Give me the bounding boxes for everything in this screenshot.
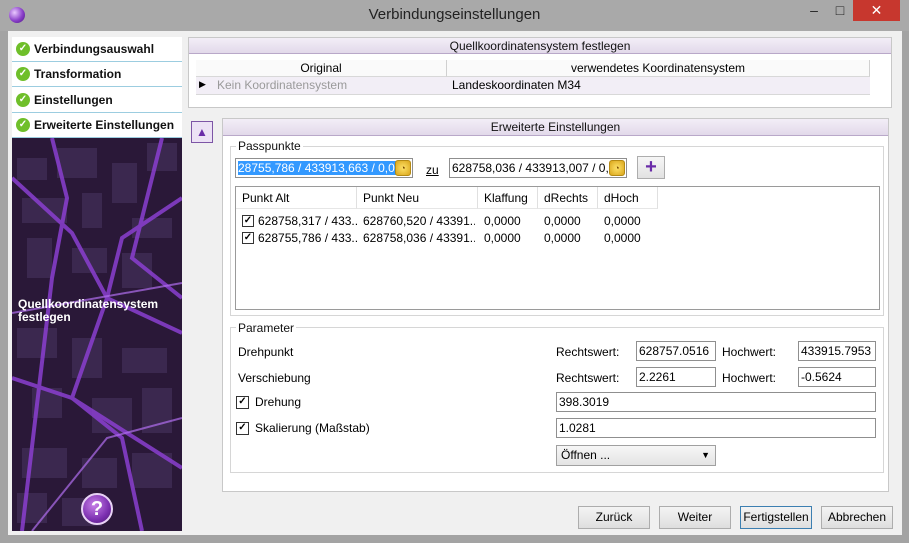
open-select[interactable]: Öffnen ... ▼ — [556, 445, 716, 466]
from-point-input[interactable]: 28755,786 / 433913,663 / 0,000 — [235, 158, 413, 178]
skalierung-checkbox[interactable]: ✓ — [236, 422, 249, 435]
column-klaffung[interactable]: Klaffung — [478, 187, 538, 209]
table-row[interactable]: ✓ 628758,317 / 433... 628760,520 / 43391… — [236, 213, 879, 229]
cell-dhoch: 0,0000 — [604, 214, 641, 228]
step-label: Einstellungen — [34, 93, 113, 107]
verschiebung-hochwert-input[interactable]: -0.5624 — [798, 367, 876, 387]
cell-klaffung: 0,0000 — [484, 231, 521, 245]
window-title: Verbindungseinstellungen — [368, 6, 541, 23]
verschiebung-rechtswert-input[interactable]: 2.2261 — [636, 367, 716, 387]
cell-punkt-neu: 628760,520 / 43391... — [363, 214, 475, 228]
step-label: Verbindungsauswahl — [34, 42, 155, 56]
cancel-button[interactable]: Abbrechen — [821, 506, 893, 529]
chevron-down-icon: ▼ — [701, 450, 710, 460]
drehpunkt-label: Drehpunkt — [238, 345, 294, 359]
step-verbindungsauswahl[interactable]: ✓ Verbindungsauswahl — [12, 37, 182, 62]
point-picker-icon[interactable]: ◔ — [395, 160, 411, 176]
cell-drechts: 0,0000 — [544, 231, 581, 245]
drehpunkt-rechtswert-label: Rechtswert: — [556, 345, 620, 359]
to-point-input[interactable]: 628758,036 / 433913,007 / 0,00 — [449, 158, 627, 178]
used-crs-cell[interactable]: Landeskoordinaten M34 — [452, 78, 581, 92]
drehpunkt-hochwert-input[interactable]: 433915.7953 — [798, 341, 876, 361]
check-icon: ✓ — [16, 42, 30, 56]
help-button[interactable]: ? — [81, 493, 113, 525]
back-button[interactable]: Zurück — [578, 506, 650, 529]
maximize-button[interactable]: □ — [827, 0, 853, 21]
original-crs-cell: Kein Koordinatensystem — [217, 78, 348, 92]
sidebar-caption: Quellkoordinatensystem festlegen — [18, 297, 159, 324]
row-checkbox[interactable]: ✓ — [242, 215, 254, 227]
add-point-button[interactable]: + — [637, 156, 665, 179]
next-button[interactable]: Weiter — [659, 506, 731, 529]
step-erweiterte-einstellungen[interactable]: ✓ Erweiterte Einstellungen — [12, 113, 182, 138]
crs-grid-row[interactable]: ▶ Kein Koordinatensystem Landeskoordinat… — [196, 77, 870, 95]
cell-punkt-alt: 628758,317 / 433... — [258, 214, 357, 228]
cell-drechts: 0,0000 — [544, 214, 581, 228]
crs-grid-header: Original verwendetes Koordinatensystem — [196, 60, 870, 77]
from-point-value: 28755,786 / 433913,663 / 0,000 — [238, 161, 409, 175]
zu-label: zu — [426, 163, 439, 177]
verschiebung-label: Verschiebung — [238, 371, 311, 385]
row-selector-icon: ▶ — [199, 79, 206, 89]
open-select-value: Öffnen ... — [561, 448, 611, 462]
drehpunkt-rechtswert-input[interactable]: 628757.0516 — [636, 341, 716, 361]
column-original[interactable]: Original — [196, 60, 447, 77]
drehung-checkbox[interactable]: ✓ — [236, 396, 249, 409]
city-map-image — [12, 138, 182, 531]
parameter-label: Parameter — [236, 321, 297, 335]
verschiebung-hochwert-label: Hochwert: — [722, 371, 777, 385]
minimize-button[interactable]: – — [801, 0, 827, 21]
cell-punkt-neu: 628758,036 / 43391... — [363, 231, 475, 245]
drehung-input[interactable]: 398.3019 — [556, 392, 876, 412]
point-picker-icon[interactable]: ◔ — [609, 160, 625, 176]
column-punkt-neu[interactable]: Punkt Neu — [357, 187, 478, 209]
column-dhoch[interactable]: dHoch — [598, 187, 658, 209]
step-label: Erweiterte Einstellungen — [34, 118, 175, 132]
passpunkte-label: Passpunkte — [236, 139, 303, 153]
cell-punkt-alt: 628755,786 / 433... — [258, 231, 357, 245]
drehung-label: Drehung — [255, 395, 302, 409]
column-used-crs[interactable]: verwendetes Koordinatensystem — [447, 60, 870, 77]
cell-klaffung: 0,0000 — [484, 214, 521, 228]
cell-dhoch: 0,0000 — [604, 231, 641, 245]
table-row[interactable]: ✓ 628755,786 / 433... 628758,036 / 43391… — [236, 230, 879, 246]
finish-button[interactable]: Fertigstellen — [740, 506, 812, 529]
check-icon: ✓ — [16, 93, 30, 107]
check-icon: ✓ — [16, 118, 30, 132]
sidebar-artwork — [12, 138, 182, 531]
step-einstellungen[interactable]: ✓ Einstellungen — [12, 88, 182, 113]
column-drechts[interactable]: dRechts — [538, 187, 598, 209]
source-crs-heading: Quellkoordinatensystem festlegen — [189, 38, 891, 54]
skalierung-input[interactable]: 1.0281 — [556, 418, 876, 438]
collapse-toggle-icon[interactable]: ▲ — [191, 121, 213, 143]
passpunkte-table: Punkt Alt Punkt Neu Klaffung dRechts dHo… — [235, 186, 880, 310]
step-label: Transformation — [34, 67, 122, 81]
check-icon: ✓ — [16, 67, 30, 81]
verschiebung-rechtswert-label: Rechtswert: — [556, 371, 620, 385]
step-list: ✓ Verbindungsauswahl ✓ Transformation ✓ … — [12, 37, 182, 138]
close-button[interactable]: ✕ — [853, 0, 900, 21]
column-punkt-alt[interactable]: Punkt Alt — [236, 187, 357, 209]
row-checkbox[interactable]: ✓ — [242, 232, 254, 244]
step-transformation[interactable]: ✓ Transformation — [12, 62, 182, 87]
skalierung-label: Skalierung (Maßstab) — [255, 421, 370, 435]
advanced-settings-heading: Erweiterte Einstellungen — [223, 119, 888, 136]
drehpunkt-hochwert-label: Hochwert: — [722, 345, 777, 359]
